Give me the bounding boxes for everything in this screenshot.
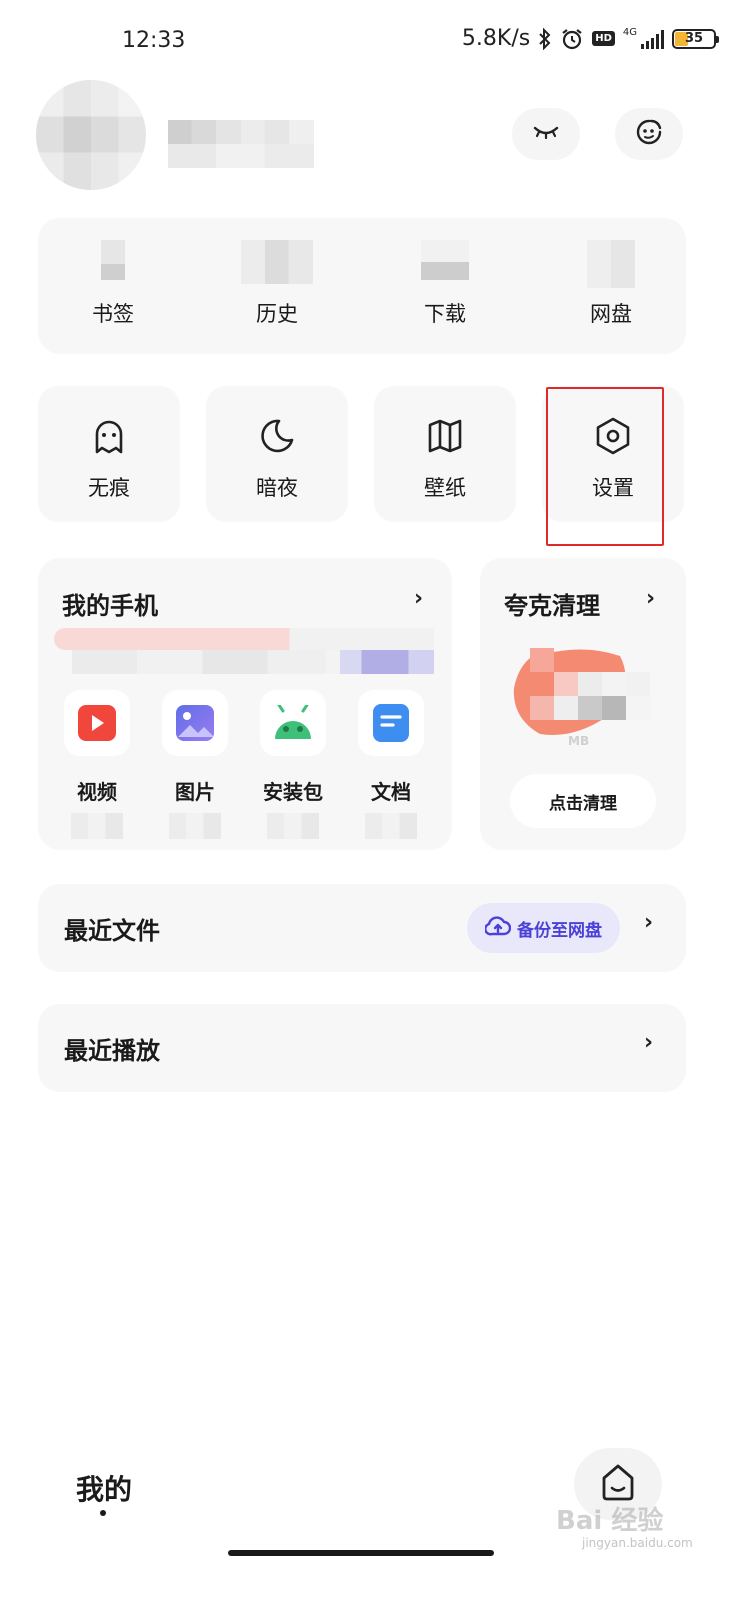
quick-history[interactable]: 历史	[202, 218, 352, 354]
file-count-pixelated	[169, 813, 221, 839]
history-icon-pixelated	[241, 240, 313, 284]
tile-label: 暗夜	[256, 476, 298, 500]
net-speed: 5.8K/s	[461, 26, 531, 51]
file-type-document[interactable]: 文档	[356, 690, 426, 839]
file-count-pixelated	[267, 813, 319, 839]
hd-badge: HD	[592, 31, 615, 46]
tile-label: 无痕	[88, 476, 130, 500]
recent-files-row[interactable]: 最近文件 备份至网盘 ›	[38, 884, 686, 972]
document-icon	[358, 690, 424, 756]
cloud-drive-icon-pixelated	[587, 240, 635, 288]
network-type: 4G	[622, 26, 637, 38]
file-type-image[interactable]: 图片	[160, 690, 230, 839]
cloud-upload-icon	[484, 915, 512, 941]
image-icon	[162, 690, 228, 756]
file-type-video[interactable]: 视频	[62, 690, 132, 839]
home-indicator[interactable]	[228, 1550, 494, 1556]
cleaner-unit: MB	[568, 734, 590, 748]
quick-label: 书签	[92, 302, 134, 326]
highlight-annotation	[546, 387, 664, 546]
quick-downloads[interactable]: 下载	[370, 218, 520, 354]
download-icon-pixelated	[421, 240, 469, 280]
avatar[interactable]	[36, 80, 146, 190]
quick-bookmarks[interactable]: 书签	[38, 218, 188, 354]
ghost-icon	[89, 416, 129, 456]
cleaner-title: 夸克清理	[504, 592, 600, 620]
bookmark-icon-pixelated	[101, 240, 125, 280]
watermark: Bai 经验	[556, 1506, 664, 1536]
file-type-apk[interactable]: 安装包	[258, 690, 328, 839]
backup-label: 备份至网盘	[517, 920, 602, 941]
tile-wallpaper[interactable]: 壁纸	[374, 386, 516, 522]
bluetooth-icon	[538, 27, 552, 50]
quick-label: 下载	[424, 302, 466, 326]
status-time: 12:33	[122, 28, 186, 53]
recent-play-row[interactable]: 最近播放 ›	[38, 1004, 686, 1092]
chevron-right-icon[interactable]: ›	[644, 1030, 653, 1055]
file-type-label: 文档	[371, 780, 411, 804]
file-type-label: 视频	[77, 780, 117, 804]
clean-button[interactable]: 点击清理	[510, 774, 656, 828]
tab-mine[interactable]: 我的	[76, 1468, 132, 1508]
recent-play-title: 最近播放	[64, 1036, 160, 1065]
eye-closed-icon	[531, 122, 561, 146]
status-icons: 5.8K/s HD 4G 35	[461, 26, 719, 51]
battery-icon: 35	[672, 28, 719, 49]
backup-button[interactable]: 备份至网盘	[467, 903, 620, 953]
face-icon	[634, 117, 664, 151]
watermark-url: jingyan.baidu.com	[582, 1536, 693, 1550]
map-icon	[425, 416, 465, 456]
recent-files-title: 最近文件	[64, 916, 160, 945]
quick-links-card: 书签 历史 下载 网盘	[38, 218, 686, 354]
my-phone-title: 我的手机	[62, 592, 158, 620]
quick-label: 历史	[256, 302, 298, 326]
battery-level: 35	[684, 31, 704, 46]
face-button[interactable]	[615, 108, 683, 160]
file-count-pixelated	[365, 813, 417, 839]
chevron-right-icon[interactable]: ›	[644, 910, 653, 935]
active-tab-dot	[100, 1510, 106, 1516]
eye-closed-button[interactable]	[512, 108, 580, 160]
username-pixelated[interactable]	[168, 120, 314, 168]
tile-label: 壁纸	[424, 476, 466, 500]
tile-incognito[interactable]: 无痕	[38, 386, 180, 522]
quick-label: 网盘	[590, 302, 632, 326]
android-icon	[260, 690, 326, 756]
quick-cloud-drive[interactable]: 网盘	[536, 218, 686, 354]
moon-icon	[257, 416, 297, 456]
file-type-label: 安装包	[263, 780, 323, 804]
chevron-right-icon[interactable]: ›	[646, 586, 655, 611]
file-type-label: 图片	[175, 780, 215, 804]
video-icon	[64, 690, 130, 756]
signal-icon	[641, 29, 664, 49]
chevron-right-icon[interactable]: ›	[414, 586, 423, 611]
cleaner-size-pixelated	[510, 648, 652, 744]
storage-bar-pixelated	[54, 628, 434, 674]
alarm-icon	[560, 27, 584, 51]
tile-dark-mode[interactable]: 暗夜	[206, 386, 348, 522]
file-count-pixelated	[71, 813, 123, 839]
